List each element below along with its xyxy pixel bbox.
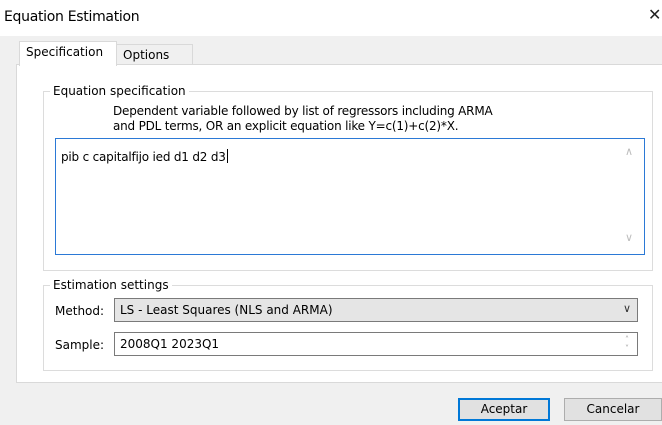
method-select[interactable]: LS - Least Squares (NLS and ARMA) ∨ xyxy=(114,298,638,322)
method-label: Method: xyxy=(55,304,105,318)
window-title: Equation Estimation xyxy=(4,9,140,25)
sample-value: 2008Q1 2023Q1 xyxy=(120,337,220,351)
ok-button[interactable]: Aceptar xyxy=(458,398,550,421)
scroll-up-icon[interactable]: ∧ xyxy=(622,145,636,159)
equation-text-wrapper: pib c capitalfijo ied d1 d2 d3 xyxy=(61,149,228,164)
equation-specification-title: Equation specification xyxy=(50,84,189,98)
specification-panel: Equation specification Dependent variabl… xyxy=(16,64,662,383)
estimation-settings-title: Estimation settings xyxy=(50,278,172,292)
chevron-down-icon: ∨ xyxy=(622,302,631,315)
tab-specification[interactable]: Specification xyxy=(19,41,117,66)
sample-label: Sample: xyxy=(55,338,105,352)
spin-icon[interactable]: ˄ ˅ xyxy=(622,335,632,353)
equation-specification-input[interactable]: pib c capitalfijo ied d1 d2 d3 ∧ ∨ xyxy=(55,138,645,255)
method-value: LS - Least Squares (NLS and ARMA) xyxy=(120,303,333,317)
title-bar[interactable]: Equation Estimation ✕ xyxy=(0,0,662,36)
sample-input[interactable]: 2008Q1 2023Q1 ˄ ˅ xyxy=(114,332,638,356)
spec-hint-line-2: and PDL terms, OR an explicit equation l… xyxy=(113,119,459,133)
scroll-down-icon[interactable]: ∨ xyxy=(622,231,636,245)
close-icon[interactable]: ✕ xyxy=(648,4,662,26)
cancel-button[interactable]: Cancelar xyxy=(564,398,662,421)
spec-hint-line-1: Dependent variable followed by list of r… xyxy=(113,104,493,118)
spin-up-icon[interactable]: ˄ xyxy=(625,335,629,344)
equation-text: pib c capitalfijo ied d1 d2 d3 xyxy=(61,150,226,164)
spin-down-icon[interactable]: ˅ xyxy=(625,344,629,353)
equation-estimation-dialog: Equation Estimation ✕ Specification Opti… xyxy=(0,0,662,425)
text-caret xyxy=(226,149,228,163)
tab-options[interactable]: Options xyxy=(116,44,193,66)
